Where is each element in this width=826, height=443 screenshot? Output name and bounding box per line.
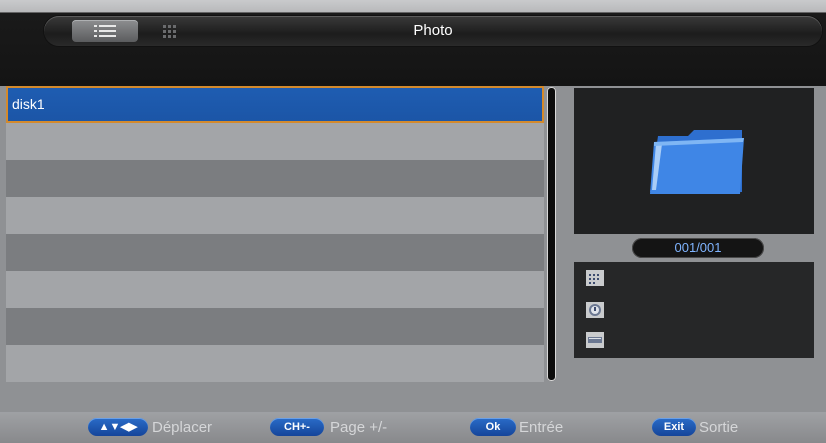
hint-move-label: Déplacer — [152, 419, 213, 436]
list-view-icon — [94, 25, 116, 37]
hint-page-label: Page +/- — [330, 419, 388, 436]
hint-exit-label: Sortie — [699, 419, 739, 436]
list-item[interactable] — [6, 160, 544, 197]
hint-enter-label: Entrée — [519, 419, 564, 436]
footer-hints: ▲▼◀▶ Déplacer CH+- Page +/- Ok Entrée Ex… — [0, 412, 826, 443]
arrow-keys-badge: ▲▼◀▶ — [88, 418, 148, 436]
grid-view-button[interactable] — [160, 22, 180, 40]
date-icon — [586, 302, 604, 318]
list-item[interactable] — [6, 123, 544, 160]
grid-view-icon — [163, 25, 176, 38]
list-item-disk1[interactable]: disk1 — [6, 86, 544, 123]
folder-icon — [650, 130, 744, 194]
preview-panel — [574, 88, 814, 234]
ch-key-badge: CH+- — [270, 418, 324, 436]
list-item[interactable] — [6, 345, 544, 382]
list-scrollbar[interactable] — [547, 87, 556, 381]
info-panel — [574, 262, 814, 358]
list-view-button[interactable] — [72, 20, 138, 42]
size-icon — [586, 332, 604, 348]
list-item[interactable] — [6, 234, 544, 271]
list-item[interactable] — [6, 197, 544, 234]
list-item-label: disk1 — [12, 96, 45, 112]
ok-key-badge: Ok — [470, 418, 516, 436]
photo-browser-screen: Photo disk1 001/001 ▲▼◀▶ Déplacer CH+- P… — [0, 0, 826, 443]
list-item[interactable] — [6, 308, 544, 345]
item-counter: 001/001 — [632, 238, 764, 258]
list-item[interactable] — [6, 271, 544, 308]
resolution-icon — [586, 270, 604, 286]
file-list: disk1 — [6, 86, 544, 382]
exit-key-badge: Exit — [652, 418, 696, 436]
